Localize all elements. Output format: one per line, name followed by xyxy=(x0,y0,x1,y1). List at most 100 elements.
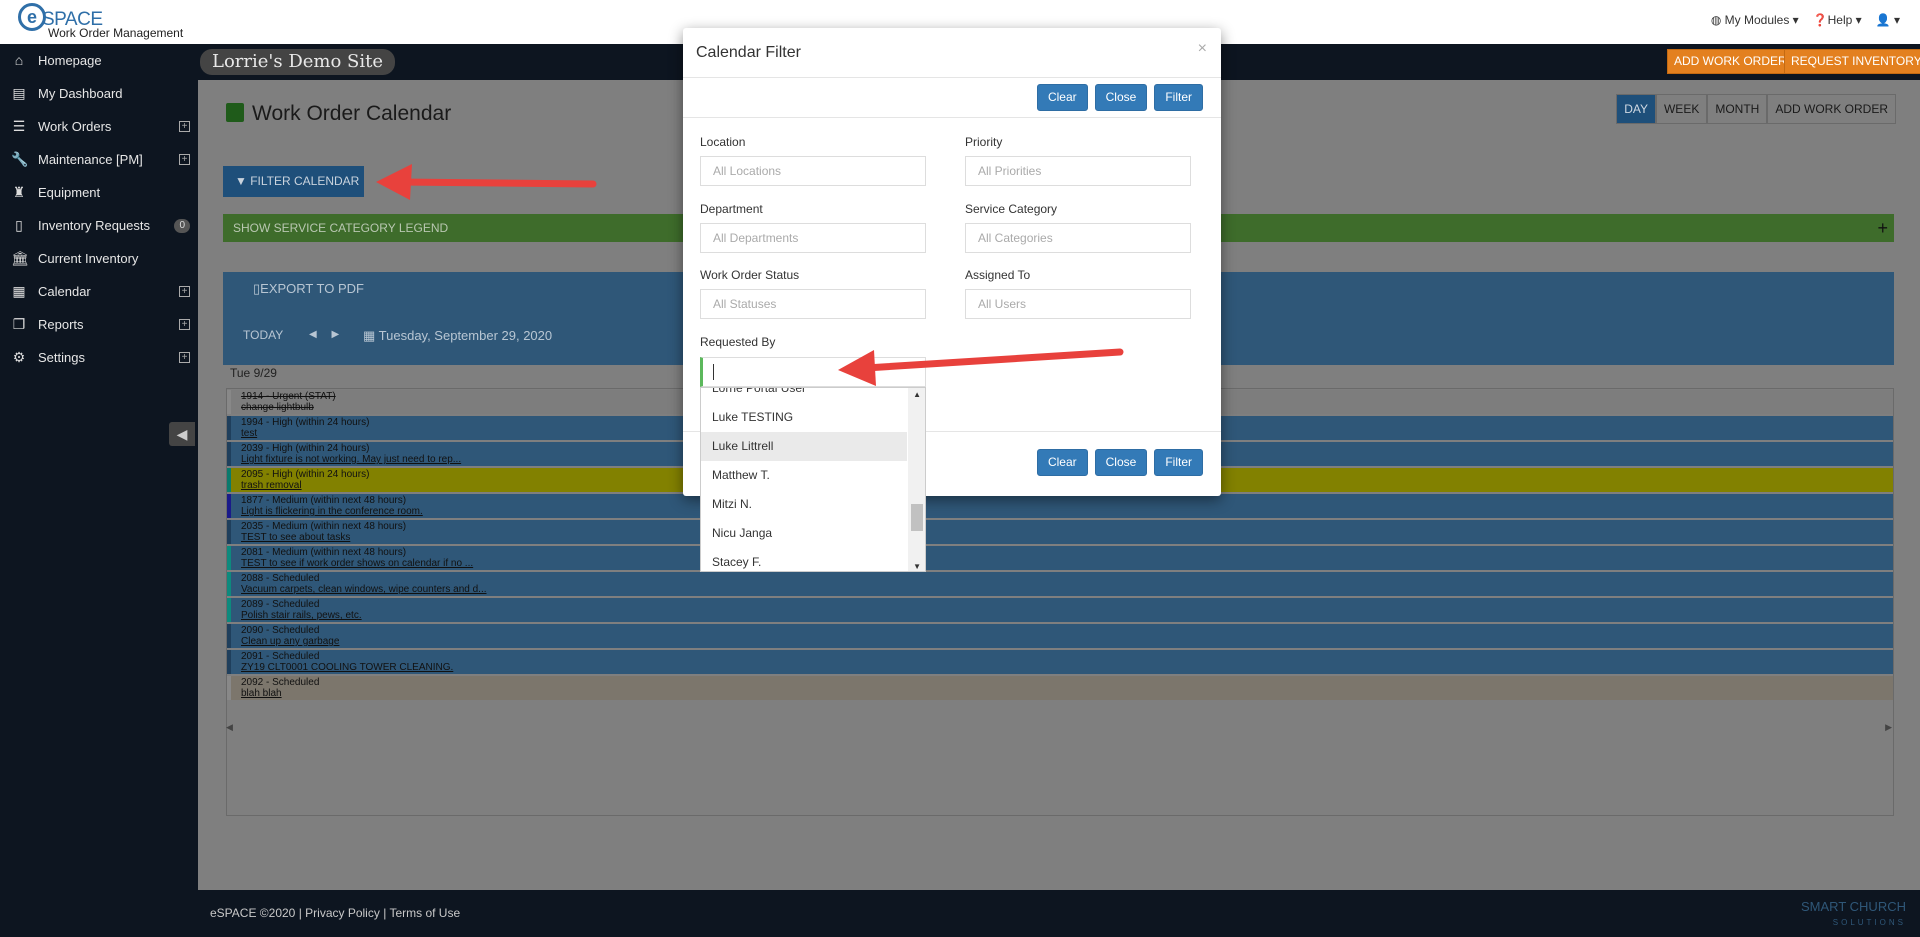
expand-icon[interactable]: + xyxy=(179,121,190,132)
close-button[interactable]: Close xyxy=(1094,84,1148,111)
expand-icon[interactable]: + xyxy=(179,352,190,363)
event-description[interactable]: TEST to see if work order shows on calen… xyxy=(241,558,1893,569)
current-date[interactable]: ▦ Tuesday, September 29, 2020 xyxy=(363,328,552,344)
calendar-event[interactable]: 2035 - Medium (within next 48 hours) TEST… xyxy=(227,520,1893,544)
help-menu[interactable]: ❓Help ▾ xyxy=(1813,13,1862,27)
requested-by-dropdown[interactable]: Lorrie Portal User Luke TESTING Luke Littr… xyxy=(700,387,926,572)
wrench-icon: 🔧 xyxy=(11,151,29,167)
priority-label: Priority xyxy=(965,135,1003,149)
scroll-left-icon[interactable]: ◀ xyxy=(226,722,233,733)
event-description[interactable]: TEST to see about tasks xyxy=(241,532,1893,543)
tab-month[interactable]: MONTH xyxy=(1707,94,1768,124)
export-label: EXPORT TO PDF xyxy=(260,281,364,296)
assigned-to-select[interactable]: All Users xyxy=(965,289,1191,319)
bank-icon: 🏛 xyxy=(11,250,29,266)
calendar-event[interactable]: 2089 - Scheduled Polish stair rails, pews… xyxy=(227,598,1893,622)
sidebar-item-calendar[interactable]: ▦ Calendar + xyxy=(0,275,198,308)
event-title: 2090 - Scheduled xyxy=(241,625,320,636)
home-icon: ⌂ xyxy=(14,52,24,68)
close-icon[interactable]: × xyxy=(1198,40,1207,58)
collapse-sidebar-icon[interactable]: ◀ xyxy=(169,422,195,446)
logo-line-1: SMART CHURCH xyxy=(1801,899,1906,914)
next-day-icon[interactable]: ▶ xyxy=(331,329,339,340)
sidebar-item-label: Reports xyxy=(38,317,84,332)
sidebar-item-label: Maintenance [PM] xyxy=(38,152,143,167)
scroll-thumb[interactable] xyxy=(911,504,923,531)
calendar-filter-modal: Calendar Filter × Clear Close Filter Loc… xyxy=(683,28,1221,572)
scroll-right-icon[interactable]: ▶ xyxy=(1885,722,1892,733)
terms-of-use-link[interactable]: Terms of Use xyxy=(389,906,460,920)
location-select[interactable]: All Locations xyxy=(700,156,926,186)
expand-icon[interactable]: + xyxy=(179,286,190,297)
plus-icon[interactable]: + xyxy=(1877,214,1888,242)
event-description[interactable]: blah blah xyxy=(241,688,1893,699)
sidebar-item-equipment[interactable]: ♜ Equipment xyxy=(0,176,198,209)
dropdown-options: Lorrie Portal User Luke TESTING Luke Littr… xyxy=(701,388,925,571)
expand-icon[interactable]: + xyxy=(179,319,190,330)
dropdown-option[interactable]: Matthew T. xyxy=(701,461,907,490)
page-title-text: Work Order Calendar xyxy=(252,102,452,125)
requested-by-input[interactable] xyxy=(700,357,926,387)
requested-by-label: Requested By xyxy=(700,335,776,349)
dropdown-option[interactable]: Lorrie Portal User xyxy=(701,388,907,403)
today-button[interactable]: TODAY xyxy=(243,328,283,342)
priority-select[interactable]: All Priorities xyxy=(965,156,1191,186)
event-title: 2081 - Medium (within next 48 hours) xyxy=(241,547,407,558)
dropdown-option[interactable]: Mitzi N. xyxy=(701,490,907,519)
add-work-order-button[interactable]: ADD WORK ORDER xyxy=(1667,49,1794,74)
sidebar-item-work-orders[interactable]: ☰ Work Orders + xyxy=(0,110,198,143)
prev-day-icon[interactable]: ◀ xyxy=(309,329,317,340)
help-label: Help xyxy=(1827,13,1853,27)
event-title: 2092 - Scheduled xyxy=(241,677,320,688)
sidebar-item-settings[interactable]: ⚙ Settings + xyxy=(0,341,198,374)
my-modules-menu[interactable]: ◍ My Modules ▾ xyxy=(1711,13,1799,27)
sidebar-item-homepage[interactable]: ⌂ Homepage xyxy=(0,44,198,77)
dropdown-option[interactable]: Stacey F. xyxy=(701,548,907,571)
calendar-event[interactable]: 1877 - Medium (within next 48 hours) Ligh… xyxy=(227,494,1893,518)
sidebar-item-maintenance[interactable]: 🔧 Maintenance [PM] + xyxy=(0,143,198,176)
calendar-event[interactable]: 2092 - Scheduled blah blah xyxy=(227,676,1893,700)
filter-calendar-button[interactable]: ▼ FILTER CALENDAR xyxy=(223,166,364,197)
department-select[interactable]: All Departments xyxy=(700,223,926,253)
sidebar-item-my-dashboard[interactable]: ▤ My Dashboard xyxy=(0,77,198,110)
calendar-event[interactable]: 2081 - Medium (within next 48 hours) TEST… xyxy=(227,546,1893,570)
dropdown-option[interactable]: Nicu Janga xyxy=(701,519,907,548)
status-select[interactable]: All Statuses xyxy=(700,289,926,319)
event-description[interactable]: Clean up any garbage xyxy=(241,636,1893,647)
dropdown-option[interactable]: Luke Littrell xyxy=(701,432,907,461)
dropdown-scrollbar[interactable]: ▲ ▼ xyxy=(908,388,925,571)
horizontal-scrollbar[interactable]: ◀ ▶ xyxy=(226,722,1894,736)
tab-week[interactable]: WEEK xyxy=(1655,94,1708,124)
calendar-event[interactable]: 2088 - Scheduled Vacuum carpets, clean wi… xyxy=(227,572,1893,596)
dropdown-option[interactable]: Luke TESTING xyxy=(701,403,907,432)
sidebar-item-reports[interactable]: ❐ Reports + xyxy=(0,308,198,341)
export-pdf-button[interactable]: ▯EXPORT TO PDF xyxy=(253,281,364,297)
close-button[interactable]: Close xyxy=(1094,449,1148,476)
request-inventory-button[interactable]: REQUEST INVENTORY xyxy=(1784,49,1920,74)
privacy-policy-link[interactable]: Privacy Policy xyxy=(305,906,380,920)
filter-button[interactable]: Filter xyxy=(1154,449,1203,476)
event-title: 2088 - Scheduled xyxy=(241,573,320,584)
filter-button[interactable]: Filter xyxy=(1154,84,1203,111)
scroll-up-icon[interactable]: ▲ xyxy=(913,390,921,399)
calendar-event[interactable]: 2090 - Scheduled Clean up any garbage xyxy=(227,624,1893,648)
equipment-icon: ♜ xyxy=(12,184,26,200)
calendar-icon: ▦ xyxy=(12,283,26,299)
clear-button[interactable]: Clear xyxy=(1036,449,1088,476)
event-description[interactable]: Polish stair rails, pews, etc. xyxy=(241,610,1893,621)
tab-add-work-order[interactable]: ADD WORK ORDER xyxy=(1767,94,1896,124)
calendar-event[interactable]: 2091 - Scheduled ZY19 CLT0001 COOLING TOW… xyxy=(227,650,1893,674)
espace-logo[interactable]: e SPACE Work Order Management xyxy=(18,3,198,41)
scroll-down-icon[interactable]: ▼ xyxy=(913,562,921,571)
event-description[interactable]: ZY19 CLT0001 COOLING TOWER CLEANING. xyxy=(241,662,1893,673)
tab-day[interactable]: DAY xyxy=(1616,94,1656,124)
location-label: Location xyxy=(700,135,746,149)
event-description[interactable]: Light is flickering in the conference ro… xyxy=(241,506,1893,517)
clear-button[interactable]: Clear xyxy=(1036,84,1088,111)
event-description[interactable]: Vacuum carpets, clean windows, wipe coun… xyxy=(241,584,1893,595)
sidebar-item-current-inventory[interactable]: 🏛 Current Inventory xyxy=(0,242,198,275)
expand-icon[interactable]: + xyxy=(179,154,190,165)
sidebar-item-inventory-requests[interactable]: ▯ Inventory Requests 0 xyxy=(0,209,198,242)
service-category-select[interactable]: All Categories xyxy=(965,223,1191,253)
user-menu[interactable]: 👤 ▾ xyxy=(1876,13,1900,27)
